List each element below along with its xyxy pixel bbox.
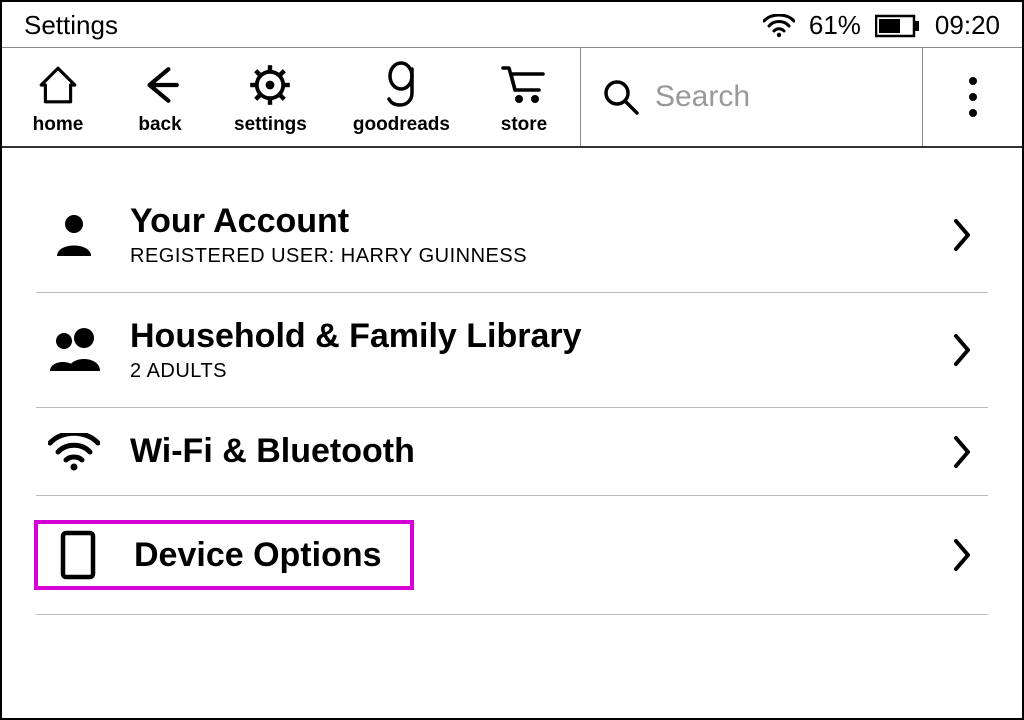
- kebab-menu-icon: [968, 76, 978, 118]
- wifi-icon: [42, 433, 106, 471]
- family-icon: [42, 327, 106, 373]
- store-icon: [501, 60, 547, 110]
- row-wifi-title: Wi-Fi & Bluetooth: [130, 432, 918, 471]
- back-button[interactable]: back: [132, 60, 188, 136]
- search-icon: [601, 77, 641, 117]
- settings-label: settings: [234, 114, 307, 136]
- search-input[interactable]: Search: [580, 48, 922, 146]
- home-icon: [37, 60, 79, 110]
- row-your-account[interactable]: Your Account REGISTERED USER: HARRY GUIN…: [36, 178, 988, 293]
- store-button[interactable]: store: [496, 60, 552, 136]
- row-device-options[interactable]: Device Options: [36, 496, 988, 615]
- battery-percent: 61%: [809, 10, 861, 41]
- clock: 09:20: [935, 10, 1000, 41]
- screen-title: Settings: [24, 10, 118, 41]
- row-your-account-sub: REGISTERED USER: HARRY GUINNESS: [130, 245, 918, 268]
- chevron-right-icon: [942, 333, 982, 367]
- home-label: home: [33, 114, 84, 136]
- chevron-right-icon: [942, 435, 982, 469]
- settings-list: Your Account REGISTERED USER: HARRY GUIN…: [2, 148, 1022, 615]
- goodreads-button[interactable]: goodreads: [353, 60, 450, 136]
- kebab-menu-button[interactable]: [922, 48, 1022, 146]
- toolbar-buttons: home back: [2, 48, 580, 146]
- status-bar: Settings 61% 09:20: [2, 2, 1022, 48]
- row-your-account-title: Your Account: [130, 202, 918, 241]
- device-icon: [46, 530, 110, 580]
- wifi-icon: [763, 14, 795, 38]
- row-household[interactable]: Household & Family Library 2 ADULTS: [36, 293, 988, 408]
- toolbar: home back: [2, 48, 1022, 148]
- row-wifi[interactable]: Wi-Fi & Bluetooth: [36, 408, 988, 496]
- settings-button[interactable]: settings: [234, 60, 307, 136]
- store-label: store: [501, 114, 547, 136]
- chevron-right-icon: [942, 218, 982, 252]
- battery-icon: [875, 14, 921, 38]
- row-household-sub: 2 ADULTS: [130, 360, 918, 383]
- user-icon: [42, 212, 106, 258]
- row-household-title: Household & Family Library: [130, 317, 918, 356]
- search-placeholder: Search: [655, 80, 750, 114]
- chevron-right-icon: [942, 538, 982, 572]
- home-button[interactable]: home: [30, 60, 86, 136]
- gear-icon: [248, 60, 292, 110]
- back-label: back: [138, 114, 181, 136]
- status-indicators: 61% 09:20: [763, 10, 1000, 41]
- back-icon: [139, 60, 181, 110]
- highlight-box: Device Options: [34, 520, 414, 590]
- goodreads-icon: [381, 60, 421, 110]
- goodreads-label: goodreads: [353, 114, 450, 136]
- row-device-title: Device Options: [134, 536, 382, 575]
